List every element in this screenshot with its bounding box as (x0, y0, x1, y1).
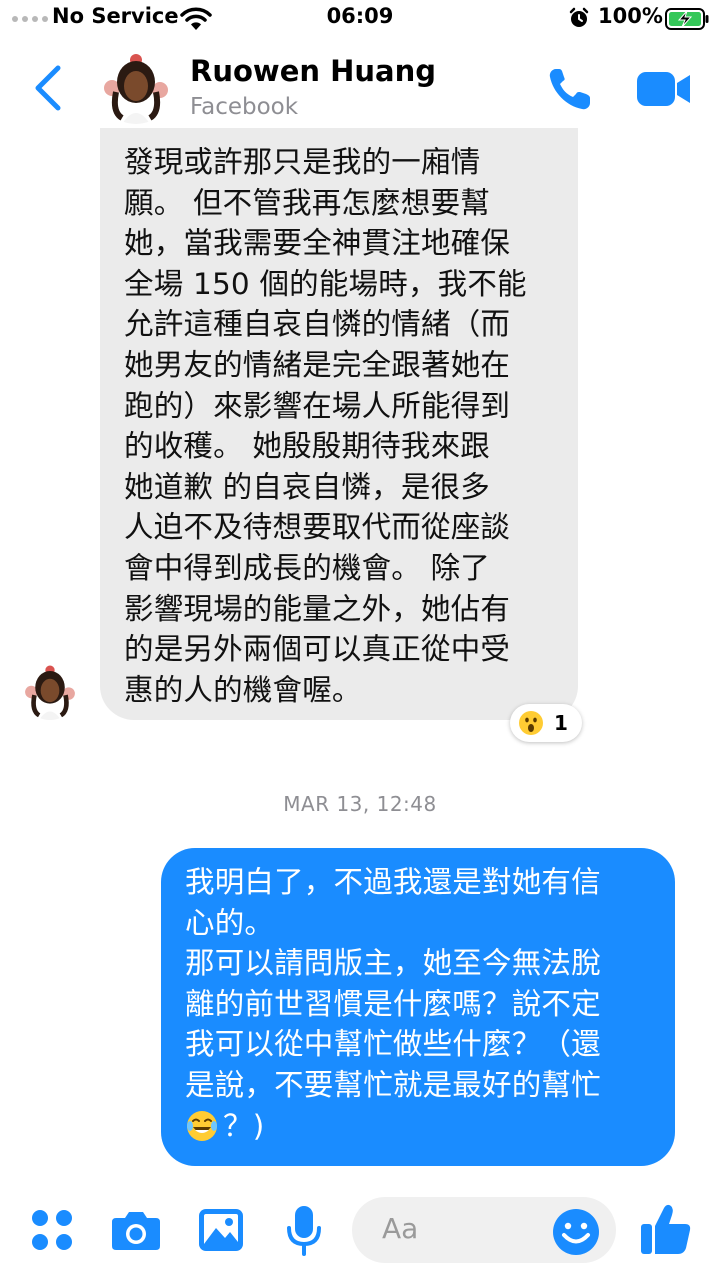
reaction-count: 1 (554, 711, 568, 735)
message-line: 允許這種自哀自憐的情緒（而 (124, 307, 511, 342)
sender-avatar[interactable] (22, 664, 78, 720)
contact-avatar[interactable] (100, 52, 172, 124)
emoji-icon[interactable] (552, 1208, 600, 1256)
message-last-line: ？) (185, 1106, 661, 1147)
message-line: 我可以從中幫忙做些什麼？（還 (185, 1027, 601, 1062)
alarm-icon (569, 7, 589, 27)
message-line: 全場 150 個的能場時，我不能 (124, 266, 527, 301)
video-camera-icon[interactable] (636, 70, 692, 108)
message-line: 會中得到成長的機會。 除了 (124, 550, 490, 585)
message-line: 的是另外兩個可以真正從中受 (124, 632, 511, 667)
thumbs-up-icon[interactable] (640, 1202, 692, 1256)
message-line: 她，當我需要全神貫注地確保 (124, 226, 511, 261)
contact-subtitle: Facebook (190, 94, 299, 120)
message-line: 我明白了，不過我還是對她有信 (185, 865, 601, 899)
message-line: 離的前世習慣是什麼嗎？說不定 (185, 986, 601, 1021)
contact-name[interactable]: Ruowen Huang (190, 54, 436, 88)
photo-icon[interactable] (198, 1208, 244, 1252)
message-line: 的收穫。 她殷殷期待我來跟 (124, 429, 490, 464)
message-line: 她道歉 的自哀自憐，是很多 (124, 469, 490, 504)
microphone-icon[interactable] (286, 1204, 322, 1256)
message-line: 那可以請問版主，她至今無法脫 (185, 946, 601, 981)
message-line: 跑的）來影響在場人所能得到 (124, 388, 511, 423)
message-timestamp: MAR 13, 12:48 (283, 792, 437, 816)
conversation-header: Ruowen Huang Facebook (0, 40, 720, 138)
message-suffix: ？) (223, 1108, 265, 1143)
reaction-badge[interactable]: 1 (510, 704, 582, 742)
back-chevron-icon[interactable] (30, 64, 66, 112)
message-line: 發現或許那只是我的一廂情 (124, 145, 481, 179)
incoming-message-bubble[interactable]: 發現或許那只是我的一廂情 願。 但不管我再怎麼想要幫 她，當我需要全神貫注地確保… (100, 128, 578, 720)
surprised-face-icon (519, 711, 543, 735)
message-line: 她男友的情緒是完全跟著她在 (124, 347, 511, 382)
menu-dots-icon[interactable] (30, 1208, 74, 1252)
outgoing-message-bubble[interactable]: 我明白了，不過我還是對她有信 心的。 那可以請問版主，她至今無法脫 離的前世習慣… (161, 848, 675, 1166)
message-line: 人迫不及待想要取代而從座談 (124, 510, 511, 545)
message-line: 願。 但不管我再怎麼想要幫 (124, 185, 490, 220)
message-line: 惠的人的機會喔。 (124, 672, 362, 707)
status-bar: No Service 06:09 100% (0, 0, 720, 40)
message-input-placeholder: Aa (382, 1212, 419, 1245)
message-composer: Aa (0, 1180, 720, 1280)
tears-of-joy-icon (187, 1110, 217, 1141)
phone-icon[interactable] (546, 66, 596, 112)
message-line: 影響現場的能量之外，她佔有 (124, 591, 511, 626)
battery-charging-icon (665, 8, 709, 30)
camera-icon[interactable] (110, 1208, 162, 1252)
battery-percentage: 100% (598, 4, 663, 28)
message-line: 是說，不要幫忙就是最好的幫忙 (185, 1067, 601, 1102)
message-line: 心的。 (185, 905, 275, 940)
